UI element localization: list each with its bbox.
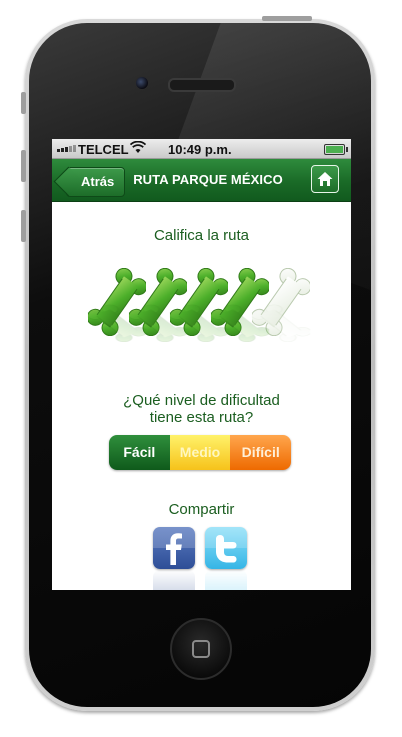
- difficulty-question-line-1: ¿Qué nivel de dificultad: [123, 392, 280, 409]
- difficulty-selector: Fácil Medio Difícil: [109, 435, 291, 470]
- difficulty-option-medio[interactable]: Medio: [169, 435, 231, 470]
- rating-reflection: [86, 304, 318, 343]
- route-rating-panel: Califica la ruta ¿Qué nivel de dificulta…: [52, 202, 351, 590]
- mute-switch: [21, 92, 26, 114]
- share-buttons-reflection: [153, 570, 247, 590]
- difficulty-option-dificil[interactable]: Difícil: [230, 435, 291, 470]
- back-button[interactable]: Atrás: [66, 167, 126, 197]
- earpiece-speaker: [168, 78, 236, 92]
- difficulty-question-line-2: tiene esta ruta?: [149, 409, 254, 426]
- bone-reflection: [250, 304, 312, 343]
- share-buttons: [153, 527, 247, 569]
- navigation-bar: Atrás RUTA PARQUE MÉXICO: [52, 159, 351, 202]
- page-title: RUTA PARQUE MÉXICO: [133, 172, 283, 187]
- front-camera: [135, 76, 149, 90]
- wifi-icon: [129, 140, 147, 157]
- status-bar: TELCEL 10:49 p.m.: [52, 139, 351, 159]
- home-icon: [317, 172, 333, 186]
- share-label: Compartir: [168, 501, 235, 518]
- rating-label: Califica la ruta: [153, 227, 250, 244]
- home-button[interactable]: [311, 165, 339, 193]
- facebook-share-button[interactable]: [153, 527, 195, 569]
- clock: 10:49 p.m.: [168, 142, 232, 157]
- twitter-share-button[interactable]: [205, 527, 247, 569]
- signal-icon: [57, 145, 76, 152]
- volume-down-button: [21, 210, 26, 242]
- power-button: [262, 16, 312, 21]
- app-screen: TELCEL 10:49 p.m. Atrás RUTA PARQUE MÉXI…: [52, 139, 351, 590]
- volume-up-button: [21, 150, 26, 182]
- carrier-label: TELCEL: [78, 142, 129, 157]
- difficulty-question: ¿Qué nivel de dificultad tiene esta ruta…: [52, 392, 351, 426]
- back-button-label: Atrás: [81, 174, 115, 189]
- hardware-home-button[interactable]: [170, 618, 232, 680]
- battery-icon: [324, 144, 348, 155]
- difficulty-option-facil[interactable]: Fácil: [109, 435, 170, 470]
